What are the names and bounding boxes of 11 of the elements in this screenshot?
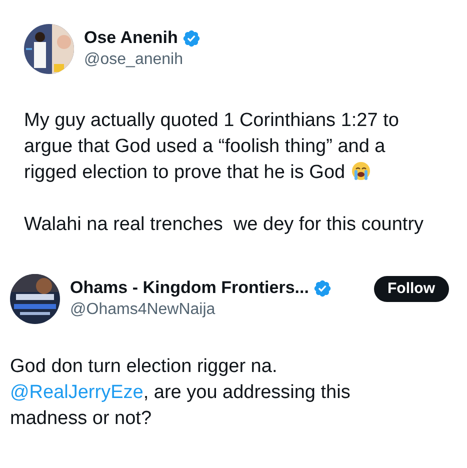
tweet-text: My guy actually quoted 1 Corinthians 1:27 to argue that God used a “foolish thing” and a rigged election to prove that he is God: [24, 109, 400, 185]
follow-button[interactable]: Follow: [374, 276, 449, 302]
verified-badge-icon: [182, 28, 201, 48]
author-name: Ohams - Kingdom Frontiers...: [70, 277, 309, 299]
crying-face-icon: [351, 161, 372, 181]
tweet-text: God don turn election rigger na. @RealJerryEze, are you addressing this madness or not?: [10, 355, 352, 431]
tweet-text: Walahi na real trenches we dey for this country: [24, 213, 425, 237]
author-name: Ose Anenih: [84, 27, 178, 49]
verified-badge-icon: [312, 278, 332, 298]
author-handle: @Ohams4NewNaija: [70, 300, 216, 320]
author-handle: @ose_anenih: [84, 50, 184, 70]
